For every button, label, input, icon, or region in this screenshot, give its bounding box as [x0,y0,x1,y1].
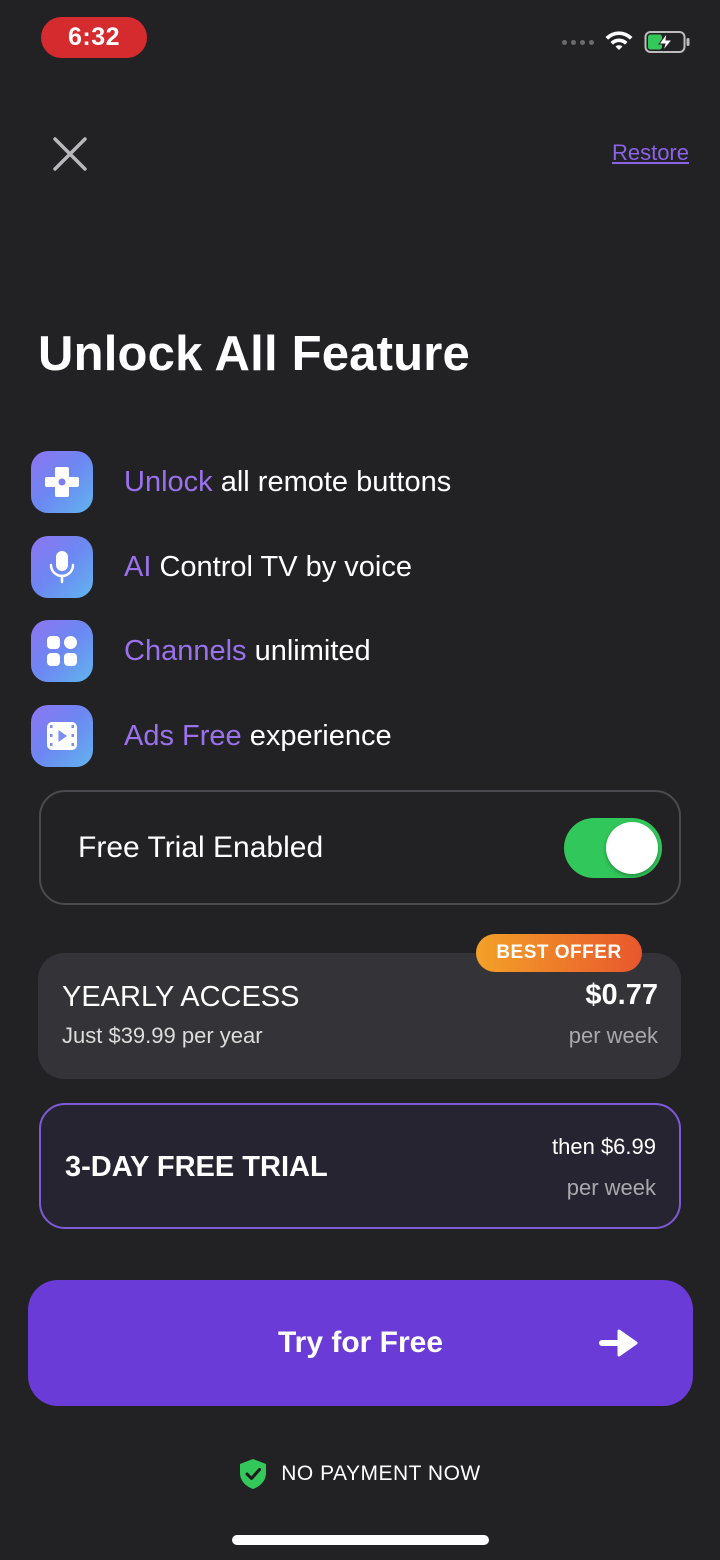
restore-link[interactable]: Restore [612,140,689,166]
plan-name: YEARLY ACCESS [62,981,300,1013]
wifi-icon [605,31,633,50]
free-trial-toggle-label: Free Trial Enabled [78,830,324,864]
arrow-right-icon [599,1329,638,1357]
plan-price: $0.77 [585,979,658,1011]
feature-item-ads-free: Ads Free experience [31,705,671,767]
no-payment-notice: NO PAYMENT NOW [0,1458,720,1490]
status-icons [562,30,692,54]
feature-label: AI Control TV by voice [124,550,412,583]
microphone-icon [31,536,93,598]
home-indicator[interactable] [232,1535,489,1545]
feature-label: Ads Free experience [124,719,392,752]
no-payment-text: NO PAYMENT NOW [281,1462,481,1485]
grid-icon [31,620,93,682]
try-for-free-button[interactable]: Try for Free [28,1280,693,1406]
video-icon [31,705,93,767]
status-time: 6:32 [41,17,147,58]
plan-price-unit: per week [568,1023,658,1048]
plan-name: 3-DAY FREE TRIAL [65,1151,328,1183]
plan-then-price: then $6.99 [552,1134,656,1159]
battery-charging-icon [644,31,690,53]
plan-free-trial[interactable]: 3-DAY FREE TRIAL then $6.99 per week [39,1103,681,1229]
cellular-signal-icon [562,39,594,45]
feature-item-channels: Channels unlimited [31,620,671,682]
switch-knob [606,821,658,874]
close-button[interactable] [50,134,90,174]
close-icon [53,137,87,171]
plan-subtitle: Just $39.99 per year [62,1023,263,1048]
page-title: Unlock All Feature [38,327,470,381]
shield-check-icon [240,1459,267,1489]
feature-item-remote-buttons: Unlock all remote buttons [31,451,671,513]
free-trial-toggle-row[interactable]: Free Trial Enabled [39,790,681,905]
feature-item-voice-control: AI Control TV by voice [31,536,671,598]
feature-label: Channels unlimited [124,634,371,667]
free-trial-switch[interactable] [564,817,662,878]
plan-price-unit: per week [566,1175,656,1200]
best-offer-badge: BEST OFFER [476,934,642,972]
gamepad-icon [31,451,93,513]
feature-label: Unlock all remote buttons [124,465,452,498]
cta-label: Try for Free [277,1326,444,1359]
